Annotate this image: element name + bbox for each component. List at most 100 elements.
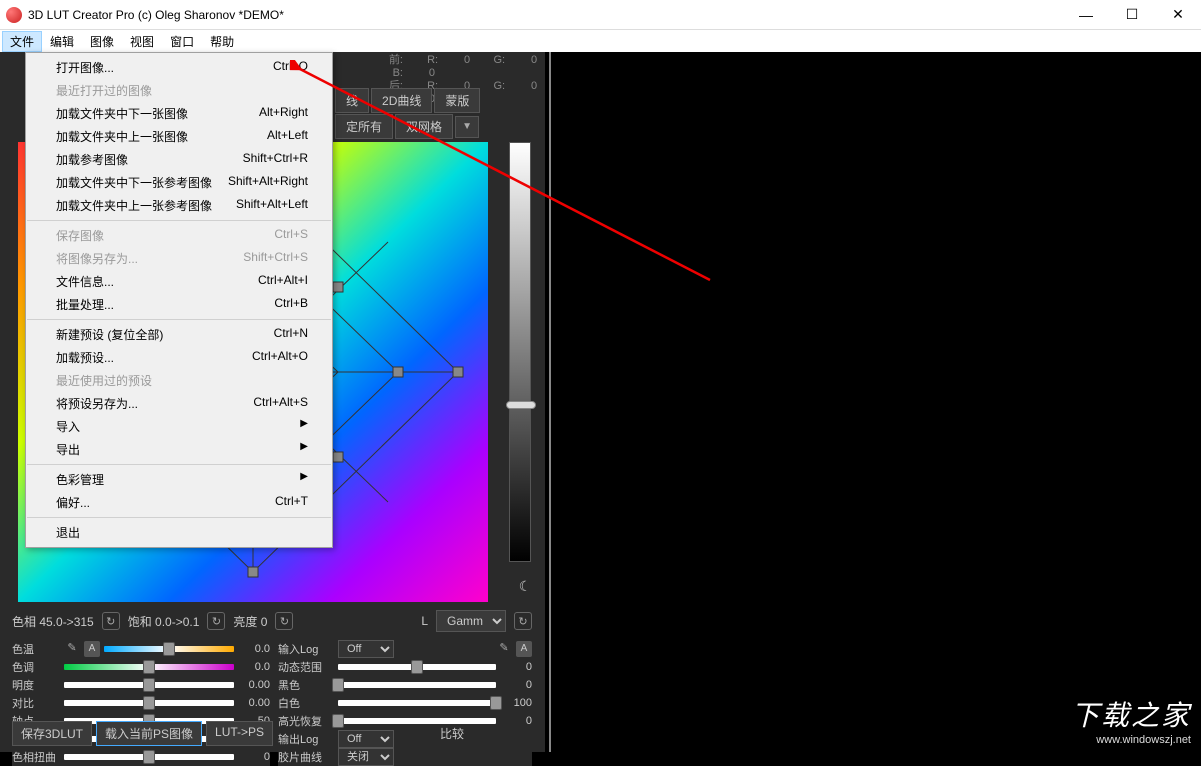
slider-value: 0 [500,715,532,727]
lum-reset-icon[interactable]: ↻ [275,612,293,630]
luminance-slider[interactable] [509,142,531,562]
sat-reset-icon[interactable]: ↻ [207,612,225,630]
param-select[interactable]: Off [338,640,394,658]
slider-knob[interactable] [411,660,423,674]
moon-icon[interactable]: ☾ [511,578,539,600]
slider-track[interactable] [64,682,234,688]
slider-track[interactable] [64,700,234,706]
slider-row: 输出LogOff [278,730,532,748]
menu-item[interactable]: 退出 [26,521,332,544]
hsv-info-row: 色相 45.0->315 ↻ 饱和 0.0->0.1 ↻ 亮度 0 ↻ L Ga… [12,610,532,632]
gamma-reset-icon[interactable]: ↻ [514,612,532,630]
tab-setall[interactable]: 定所有 [335,114,393,139]
eyedropper-icon[interactable]: ✎ [496,641,512,657]
slider-knob[interactable] [332,714,344,728]
param-select[interactable]: 关闭 [338,748,394,766]
menu-item[interactable]: 将预设另存为...Ctrl+Alt+S [26,392,332,415]
menu-edit[interactable]: 编辑 [42,31,82,52]
slider-value: 0.00 [238,697,270,709]
slider-knob[interactable] [506,401,536,409]
eyedropper-icon[interactable]: ✎ [64,641,80,657]
slider-track[interactable] [338,682,496,688]
slider-value: 100 [500,697,532,709]
maximize-button[interactable]: ☐ [1109,0,1155,30]
slider-track[interactable] [338,664,496,670]
close-button[interactable]: ✕ [1155,0,1201,30]
compare-label[interactable]: 比较 [440,725,464,742]
L-label: L [421,614,428,628]
menu-item: 最近打开过的图像 [26,79,332,102]
slider-row: 白色 100 [278,694,532,712]
slider-label: 输入Log [278,641,334,657]
slider-label: 动态范围 [278,659,334,675]
slider-knob[interactable] [490,696,502,710]
tab-doublegrid[interactable]: 双网格 [395,114,453,139]
slider-value: 0 [500,661,532,673]
slider-label: 对比 [12,695,60,711]
slider-knob[interactable] [143,660,155,674]
menu-item[interactable]: 批量处理...Ctrl+B [26,293,332,316]
slider-knob[interactable] [332,678,344,692]
slider-label: 明度 [12,677,60,693]
param-select[interactable]: Off [338,730,394,748]
watermark: 下载之家 www.windowszj.net [1071,694,1191,746]
slider-track[interactable] [104,646,234,652]
hue-reset-icon[interactable]: ↻ [102,612,120,630]
slider-label: 黑色 [278,677,334,693]
menu-help[interactable]: 帮助 [202,31,242,52]
slider-track[interactable] [64,664,234,670]
menu-item[interactable]: 色彩管理▶ [26,468,332,491]
menu-item[interactable]: 新建预设 (复位全部)Ctrl+N [26,323,332,346]
slider-label: 高光恢复 [278,713,334,729]
image-viewer [549,52,1201,752]
minimize-button[interactable]: — [1063,0,1109,30]
menu-item[interactable]: 打开图像...Ctrl+O [26,56,332,79]
file-menu-dropdown: 打开图像...Ctrl+O最近打开过的图像加载文件夹中下一张图像Alt+Righ… [25,52,333,548]
slider-knob[interactable] [143,750,155,764]
menu-item[interactable]: 文件信息...Ctrl+Alt+I [26,270,332,293]
slider-knob[interactable] [163,642,175,656]
menu-item: 保存图像Ctrl+S [26,224,332,247]
slider-knob[interactable] [143,678,155,692]
slider-knob[interactable] [143,696,155,710]
slider-value: 0.0 [238,661,270,673]
menu-item[interactable]: 加载文件夹中下一张参考图像Shift+Alt+Right [26,171,332,194]
sat-label: 饱和 0.0->0.1 [128,613,200,630]
auto-button[interactable]: A [516,641,532,657]
title-bar: 3D LUT Creator Pro (c) Oleg Sharonov *DE… [0,0,1201,30]
menu-window[interactable]: 窗口 [162,31,202,52]
menu-file[interactable]: 文件 [2,31,42,52]
menu-item[interactable]: 导入▶ [26,415,332,438]
lut-to-ps-button[interactable]: LUT->PS [206,721,273,746]
hue-label: 色相 45.0->315 [12,613,94,630]
menu-item[interactable]: 偏好...Ctrl+T [26,491,332,514]
tab-more-dropdown[interactable]: ▼ [455,116,479,138]
lum-label: 亮度 0 [233,613,267,630]
slider-label: 胶片曲线 [278,749,334,765]
tab-line[interactable]: 线 [335,88,369,113]
slider-track[interactable] [338,718,496,724]
menu-item[interactable]: 加载文件夹中上一张图像Alt+Left [26,125,332,148]
slider-track[interactable] [64,754,234,760]
menu-item[interactable]: 导出▶ [26,438,332,461]
save-3dlut-button[interactable]: 保存3DLUT [12,721,92,746]
auto-button[interactable]: A [84,641,100,657]
slider-row: 对比 0.00 [12,694,270,712]
menu-item[interactable]: 加载预设...Ctrl+Alt+O [26,346,332,369]
slider-label: 输出Log [278,731,334,747]
menu-view[interactable]: 视图 [122,31,162,52]
load-ps-image-button[interactable]: 载入当前PS图像 [96,721,202,746]
slider-label: 白色 [278,695,334,711]
slider-label: 色调 [12,659,60,675]
menu-item: 最近使用过的预设 [26,369,332,392]
menu-item[interactable]: 加载文件夹中上一张参考图像Shift+Alt+Left [26,194,332,217]
slider-track[interactable] [338,700,496,706]
menu-item[interactable]: 加载文件夹中下一张图像Alt+Right [26,102,332,125]
menu-image[interactable]: 图像 [82,31,122,52]
slider-row: 输入LogOff ✎A [278,640,532,658]
menu-item[interactable]: 加载参考图像Shift+Ctrl+R [26,148,332,171]
tab-2dcurve[interactable]: 2D曲线 [371,88,432,113]
gamma-select[interactable]: Gamma [436,610,506,632]
color-adjust-panel: 色温✎A0.0色调0.0明度0.00对比0.00轴点50饱和100色相扭曲0 [12,640,270,766]
tab-mask[interactable]: 蒙版 [434,88,480,113]
